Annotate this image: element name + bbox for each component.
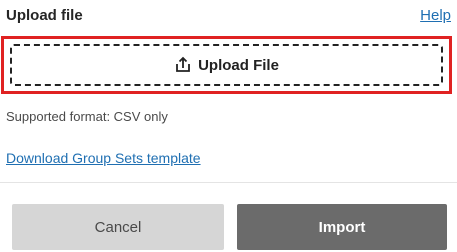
help-link[interactable]: Help bbox=[420, 7, 451, 24]
upload-icon bbox=[174, 56, 192, 74]
dialog-header: Upload file Help bbox=[6, 0, 451, 30]
download-template-link[interactable]: Download Group Sets template bbox=[6, 150, 201, 166]
upload-file-button[interactable]: Upload File bbox=[10, 44, 443, 86]
upload-file-label: Upload File bbox=[198, 56, 279, 74]
cancel-button[interactable]: Cancel bbox=[12, 204, 224, 250]
supported-format-hint: Supported format: CSV only bbox=[6, 109, 168, 124]
dialog-title: Upload file bbox=[6, 6, 83, 24]
import-button[interactable]: Import bbox=[237, 204, 447, 250]
upload-highlight-frame: Upload File bbox=[1, 36, 452, 94]
